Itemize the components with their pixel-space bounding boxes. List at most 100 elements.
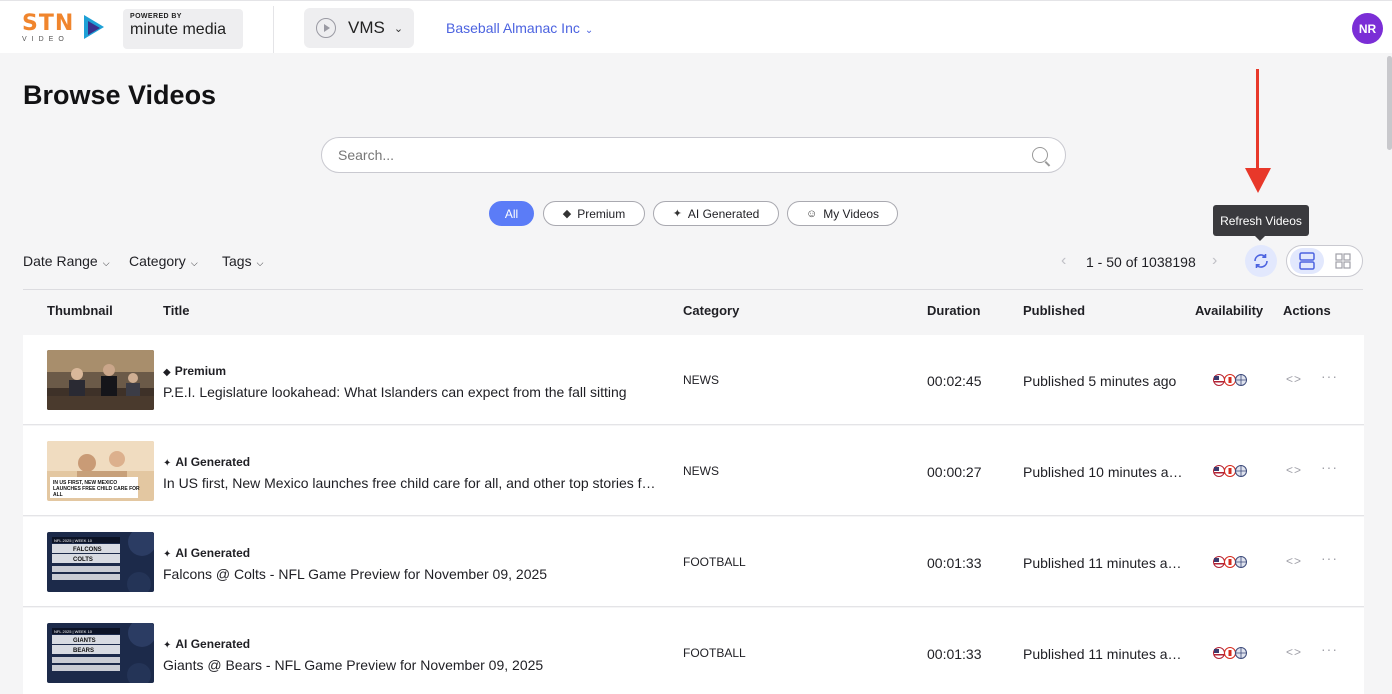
video-title[interactable]: P.E.I. Legislature lookahead: What Islan…	[163, 384, 658, 400]
column-header-actions: Actions	[1283, 303, 1331, 318]
availability-flags-icon	[1213, 647, 1247, 659]
embed-code-icon[interactable]: <>	[1286, 645, 1302, 659]
top-bar: STN VIDEO POWERED BY minute media VMS ⌄ …	[0, 0, 1392, 53]
scrollbar-thumb[interactable]	[1387, 56, 1392, 150]
badge-label: AI Generated	[175, 637, 251, 651]
grid-view-icon	[1335, 253, 1351, 269]
user-icon: ☺	[805, 207, 818, 220]
thumb-caption: GIANTS	[73, 638, 96, 644]
badge-label: Premium	[174, 364, 227, 378]
search-box	[321, 137, 1066, 173]
availability-flags-icon	[1213, 374, 1247, 386]
column-header-published: Published	[1023, 303, 1086, 318]
table-row[interactable]: NFL 2025 | WEEK 10 GIANTS BEARS ✦ AI Gene…	[23, 608, 1364, 694]
avatar[interactable]: NR	[1352, 13, 1383, 44]
video-thumbnail[interactable]: NFL 2025 | WEEK 10 FALCONS COLTS	[47, 532, 154, 592]
video-published: Published 11 minutes ago	[1023, 646, 1183, 662]
thumb-caption: NFL 2025 | WEEK 10	[54, 538, 93, 543]
video-duration: 00:00:27	[927, 464, 982, 480]
video-category: NEWS	[683, 373, 719, 387]
chevron-down-icon: ⌵	[256, 258, 264, 268]
tags-dropdown[interactable]: Tags ⌵	[222, 253, 263, 269]
diamond-icon: ◆	[562, 208, 572, 220]
more-actions-icon[interactable]: ···	[1321, 368, 1338, 384]
list-view-button[interactable]	[1290, 248, 1324, 274]
video-title[interactable]: Giants @ Bears - NFL Game Preview for No…	[163, 657, 658, 673]
video-published: Published 10 minutes ago	[1023, 464, 1183, 480]
thumb-caption: FALCONS	[73, 547, 102, 553]
video-category: NEWS	[683, 464, 719, 478]
search-icon[interactable]	[1032, 147, 1048, 163]
refresh-icon	[1254, 254, 1268, 268]
badge-label: AI Generated	[175, 546, 251, 560]
video-badge: ✦ AI Generated	[163, 637, 250, 651]
search-input[interactable]	[338, 138, 1018, 172]
page-title: Browse Videos	[23, 80, 217, 110]
thumb-caption: ALL	[53, 492, 63, 498]
more-actions-icon[interactable]: ···	[1321, 550, 1338, 566]
date-range-dropdown[interactable]: Date Range ⌵	[23, 253, 110, 269]
dropdown-label: Tags	[222, 253, 252, 269]
thumb-caption: BEARS	[73, 648, 94, 654]
refresh-tooltip: Refresh Videos	[1213, 205, 1309, 241]
sparkle-icon: ✦	[672, 208, 682, 220]
embed-code-icon[interactable]: <>	[1286, 463, 1302, 477]
filter-my-videos[interactable]: ☺ My Videos	[787, 201, 898, 226]
embed-code-icon[interactable]: <>	[1286, 372, 1302, 386]
sparkle-icon: ✦	[163, 640, 172, 651]
org-label: Baseball Almanac Inc	[446, 20, 580, 36]
badge-label: AI Generated	[175, 455, 251, 469]
refresh-videos-button[interactable]	[1245, 245, 1277, 277]
more-actions-icon[interactable]: ···	[1321, 459, 1338, 475]
dropdown-label: Date Range	[23, 253, 98, 269]
availability-flags-icon	[1213, 465, 1247, 477]
video-category: FOOTBALL	[683, 555, 746, 569]
column-header-category: Category	[683, 303, 740, 318]
more-actions-icon[interactable]: ···	[1321, 641, 1338, 657]
grid-view-button[interactable]	[1328, 248, 1358, 274]
video-thumbnail[interactable]	[47, 350, 154, 410]
video-thumbnail[interactable]: NFL 2025 | WEEK 10 GIANTS BEARS	[47, 623, 154, 683]
chevron-down-icon: ⌵	[102, 258, 110, 268]
table-row[interactable]: NFL 2025 | WEEK 10 FALCONS COLTS ✦ AI Gen…	[23, 517, 1364, 607]
stn-video-logo[interactable]: STN VIDEO	[22, 13, 108, 43]
header-divider	[273, 6, 274, 53]
sparkle-icon: ✦	[163, 458, 172, 469]
product-label: VMS	[348, 18, 385, 37]
video-badge: ◆ Premium	[163, 364, 226, 378]
video-published: Published 5 minutes ago	[1023, 373, 1177, 389]
filter-label: All	[504, 206, 519, 221]
video-duration: 00:02:45	[927, 373, 982, 389]
prev-page-button[interactable]: ‹	[1061, 252, 1066, 270]
embed-code-icon[interactable]: <>	[1286, 554, 1302, 568]
video-title[interactable]: Falcons @ Colts - NFL Game Preview for N…	[163, 566, 658, 582]
thumb-caption: COLTS	[73, 557, 93, 563]
column-header-thumbnail: Thumbnail	[47, 303, 113, 318]
video-badge: ✦ AI Generated	[163, 546, 250, 560]
product-switcher[interactable]: VMS ⌄	[304, 8, 414, 48]
video-thumbnail[interactable]: IN US FIRST, NEW MEXICO LAUNCHES FREE CH…	[47, 441, 154, 501]
next-page-button[interactable]: ›	[1212, 252, 1217, 270]
video-title[interactable]: In US first, New Mexico launches free ch…	[163, 475, 658, 491]
table-row[interactable]: IN US FIRST, NEW MEXICO LAUNCHES FREE CH…	[23, 426, 1364, 516]
thumb-caption: LAUNCHES FREE CHILD CARE FOR	[53, 486, 140, 492]
video-badge: ✦ AI Generated	[163, 455, 250, 469]
video-category: FOOTBALL	[683, 646, 746, 660]
chevron-down-icon: ⌵	[190, 258, 198, 268]
org-switcher[interactable]: Baseball Almanac Inc ⌄	[446, 20, 593, 36]
category-dropdown[interactable]: Category ⌵	[129, 253, 198, 269]
annotation-arrow-head	[1245, 168, 1271, 193]
partner-name: minute media	[130, 21, 227, 38]
list-view-icon	[1299, 252, 1315, 270]
table-row[interactable]: ◆ Premium P.E.I. Legislature lookahead: W…	[23, 335, 1364, 425]
availability-flags-icon	[1213, 556, 1247, 568]
filter-label: AI Generated	[687, 206, 760, 221]
logo-play-inner-icon	[88, 21, 100, 35]
filter-label: Premium	[577, 206, 626, 221]
diamond-icon: ◆	[163, 367, 171, 378]
pagination-range: 1 - 50 of 1038198	[1086, 254, 1196, 270]
filter-premium[interactable]: ◆ Premium	[543, 201, 645, 226]
filter-ai-generated[interactable]: ✦ AI Generated	[653, 201, 779, 226]
powered-by-label: POWERED BY	[130, 13, 182, 20]
filter-all[interactable]: All	[489, 201, 534, 226]
